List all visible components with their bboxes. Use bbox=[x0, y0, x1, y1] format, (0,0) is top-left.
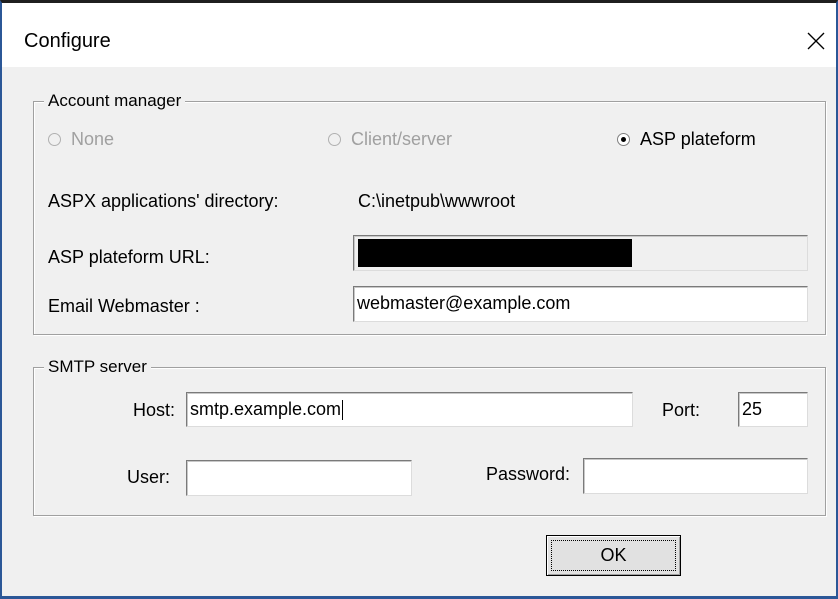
user-field[interactable] bbox=[186, 460, 412, 496]
account-manager-group-label: Account manager bbox=[44, 90, 186, 112]
radio-selected-dot bbox=[621, 137, 626, 142]
radio-none-circle bbox=[48, 133, 61, 146]
configure-dialog: Configure Account manager None Client/se… bbox=[0, 0, 838, 599]
email-webmaster-value: webmaster@example.com bbox=[357, 293, 571, 313]
port-field[interactable]: 25 bbox=[738, 392, 808, 427]
asp-url-field[interactable] bbox=[353, 235, 808, 271]
email-webmaster-field[interactable]: webmaster@example.com bbox=[353, 286, 808, 322]
radio-asp-plateform-circle bbox=[617, 133, 630, 146]
port-value: 25 bbox=[742, 399, 763, 419]
text-caret bbox=[342, 400, 344, 421]
smtp-server-group-label: SMTP server bbox=[44, 356, 151, 378]
title-bar: Configure bbox=[2, 3, 836, 67]
password-field[interactable] bbox=[583, 458, 808, 494]
aspx-directory-value: C:\inetpub\wwwroot bbox=[358, 191, 516, 211]
close-button[interactable] bbox=[796, 21, 836, 61]
ok-button-focus-rect bbox=[551, 540, 676, 571]
aspx-directory-label: ASPX applications' directory: bbox=[48, 191, 279, 211]
asp-url-label: ASP plateform URL: bbox=[48, 247, 210, 267]
dialog-title: Configure bbox=[24, 30, 111, 52]
host-field[interactable]: smtp.example.com bbox=[186, 392, 633, 427]
host-label: Host: bbox=[133, 400, 176, 420]
radio-client-server-circle bbox=[328, 133, 341, 146]
radio-client-server-label: Client/server bbox=[351, 129, 453, 149]
radio-none[interactable]: None bbox=[48, 129, 114, 150]
radio-asp-plateform[interactable]: ASP plateform bbox=[617, 129, 756, 150]
radio-client-server[interactable]: Client/server bbox=[328, 129, 452, 150]
password-label: Password: bbox=[486, 464, 571, 484]
user-label: User: bbox=[127, 467, 171, 487]
close-icon bbox=[807, 32, 825, 50]
radio-asp-plateform-label: ASP plateform bbox=[640, 129, 756, 149]
redacted-url-block bbox=[358, 239, 632, 267]
radio-none-label: None bbox=[71, 129, 115, 149]
port-label: Port: bbox=[662, 400, 701, 420]
ok-button[interactable]: OK bbox=[546, 535, 681, 576]
email-webmaster-label: Email Webmaster : bbox=[48, 296, 200, 316]
host-value: smtp.example.com bbox=[190, 399, 342, 419]
